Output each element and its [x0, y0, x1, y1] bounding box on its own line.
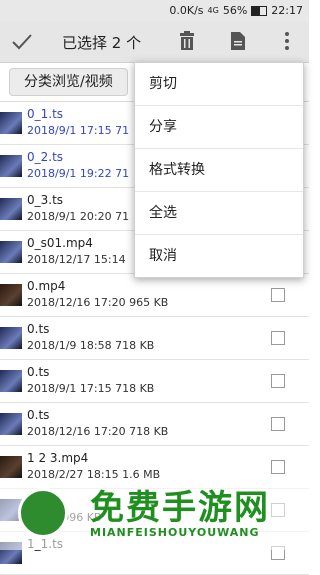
network-speed: 0.0K/s: [169, 4, 204, 17]
video-thumbnail: [0, 112, 22, 134]
file-meta: 2018/12/16 17:20 965 KB: [27, 296, 169, 309]
menu-item[interactable]: 剪切: [135, 63, 303, 106]
menu-item[interactable]: 全选: [135, 192, 303, 235]
file-name: 0.ts: [27, 408, 50, 422]
file-row[interactable]: 0.mp4 2018/12/16 17:20 965 KB: [0, 274, 309, 317]
clock: 22:17: [271, 4, 303, 17]
check-icon[interactable]: [10, 30, 34, 54]
menu-item[interactable]: 取消: [135, 235, 303, 277]
select-checkbox[interactable]: [271, 288, 285, 302]
file-row[interactable]: 0.ts 2018/9/1 17:15 718 KB: [0, 360, 309, 403]
file-name: 0_3.ts: [27, 193, 64, 207]
file-meta: 2018/1/9 18:58 718 KB: [27, 339, 155, 352]
watermark: 免费手游网 MIANFEISHOUYOUWANG: [0, 478, 309, 550]
file-meta: 2018/12/17 15:14: [27, 253, 126, 266]
overflow-menu: 剪切 分享 格式转换 全选 取消: [134, 62, 304, 278]
file-meta: 2018/9/1 17:15 71: [27, 124, 130, 137]
trash-icon[interactable]: [176, 30, 198, 52]
file-meta: 2018/9/1 20:20 71: [27, 210, 130, 223]
file-name: 1 2 3.mp4: [27, 451, 89, 465]
select-checkbox[interactable]: [271, 460, 285, 474]
watermark-title: 免费手游网: [90, 488, 270, 528]
signal-icon: 4G: [207, 6, 219, 15]
file-name: 0.ts: [27, 365, 50, 379]
file-name: 0_2.ts: [27, 150, 64, 164]
file-name: 0_s01.mp4: [27, 236, 93, 250]
file-name: 0_1.ts: [27, 107, 64, 121]
more-icon[interactable]: [276, 30, 298, 52]
menu-item[interactable]: 分享: [135, 106, 303, 149]
video-thumbnail: [0, 370, 22, 392]
file-info-icon[interactable]: [227, 30, 249, 52]
file-name: 0.mp4: [27, 279, 66, 293]
video-thumbnail: [0, 241, 22, 263]
menu-item[interactable]: 格式转换: [135, 149, 303, 192]
battery-icon: [251, 5, 268, 16]
watermark-logo-icon: [18, 488, 68, 538]
file-row[interactable]: 0.ts 2018/12/16 17:20 718 KB: [0, 403, 309, 446]
file-meta: 2018/12/16 17:20 718 KB: [27, 425, 169, 438]
status-right: 0.0K/s 4G 56% 22:17: [169, 4, 303, 17]
battery-fill: [252, 6, 261, 15]
file-row[interactable]: 0.ts 2018/1/9 18:58 718 KB: [0, 317, 309, 360]
tab-category-video[interactable]: 分类浏览/视频: [9, 68, 128, 96]
video-thumbnail: [0, 413, 22, 435]
video-thumbnail: [0, 284, 22, 306]
status-bar: 0.0K/s 4G 56% 22:17: [0, 0, 309, 22]
video-thumbnail: [0, 155, 22, 177]
action-bar: 已选择 2 个: [0, 22, 309, 63]
video-thumbnail: [0, 198, 22, 220]
watermark-subtitle: MIANFEISHOUYOUWANG: [90, 526, 260, 539]
video-thumbnail: [0, 456, 22, 478]
selection-title: 已选择 2 个: [62, 34, 142, 52]
select-checkbox[interactable]: [271, 417, 285, 431]
file-name: 0.ts: [27, 322, 50, 336]
file-meta: 2018/9/1 17:15 718 KB: [27, 382, 155, 395]
select-checkbox[interactable]: [271, 374, 285, 388]
battery-percent: 56%: [222, 4, 248, 17]
video-thumbnail: [0, 327, 22, 349]
select-checkbox[interactable]: [271, 331, 285, 345]
file-meta: 2018/9/1 19:22 71: [27, 167, 130, 180]
